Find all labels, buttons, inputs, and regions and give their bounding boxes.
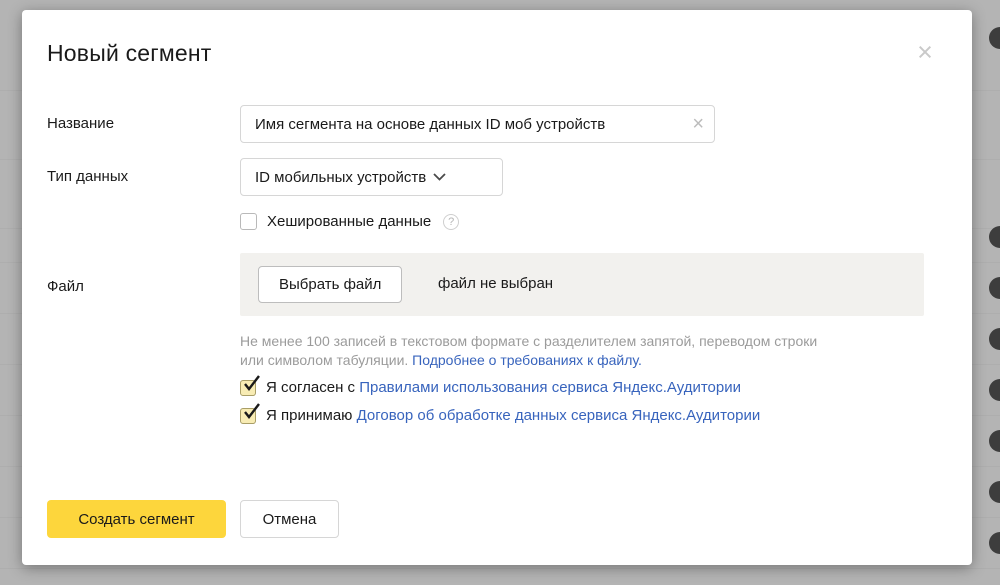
file-requirements-link[interactable]: Подробнее о требованиях к файлу. — [412, 352, 642, 368]
contract-link[interactable]: Договор об обработке данных сервиса Янде… — [357, 407, 761, 424]
screen: Новый сегмент × Название Имя сегмента на… — [0, 0, 1000, 585]
background-count-badge — [989, 328, 1000, 350]
terms-text: Я согласен с Правилами использования сер… — [266, 378, 741, 398]
terms-link[interactable]: Правилами использования сервиса Яндекс.А… — [359, 379, 741, 396]
close-icon[interactable]: × — [912, 40, 938, 66]
background-count-badge — [989, 226, 1000, 248]
file-field-label: Файл — [47, 278, 84, 295]
name-field-label: Название — [47, 115, 114, 132]
file-status-text: файл не выбран — [438, 275, 553, 292]
background-count-badge — [989, 379, 1000, 401]
check-icon — [242, 403, 262, 423]
background-count-badge — [989, 532, 1000, 554]
contract-text: Я принимаю Договор об обработке данных с… — [266, 406, 760, 426]
hashed-data-checkbox[interactable] — [240, 213, 257, 230]
background-row-divider — [0, 568, 1000, 569]
terms-agreement-row: Я согласен с Правилами использования сер… — [240, 378, 741, 398]
help-icon[interactable]: ? — [443, 214, 459, 230]
terms-checkbox[interactable] — [240, 380, 256, 396]
data-type-select[interactable]: ID мобильных устройств — [240, 158, 503, 196]
file-requirements-note: Не менее 100 записей в текстовом формате… — [240, 332, 825, 370]
file-upload-area: Выбрать файл файл не выбран — [240, 253, 924, 316]
create-segment-button[interactable]: Создать сегмент — [47, 500, 226, 538]
data-type-value: ID мобильных устройств — [255, 169, 426, 186]
background-count-badge — [989, 27, 1000, 49]
hashed-data-label: Хешированные данные — [267, 213, 431, 230]
chevron-down-icon — [433, 168, 446, 186]
clear-input-icon[interactable]: × — [692, 114, 704, 134]
cancel-button[interactable]: Отмена — [240, 500, 339, 538]
background-count-badge — [989, 430, 1000, 452]
check-icon — [242, 375, 262, 395]
new-segment-modal: Новый сегмент × Название Имя сегмента на… — [22, 10, 972, 565]
segment-name-value: Имя сегмента на основе данных ID моб уст… — [255, 116, 605, 133]
contract-agreement-row: Я принимаю Договор об обработке данных с… — [240, 406, 760, 426]
segment-name-input[interactable]: Имя сегмента на основе данных ID моб уст… — [240, 105, 715, 143]
hashed-data-row: Хешированные данные ? — [240, 213, 459, 230]
choose-file-button[interactable]: Выбрать файл — [258, 266, 402, 303]
modal-title: Новый сегмент — [47, 40, 212, 67]
type-field-label: Тип данных — [47, 168, 128, 185]
background-count-badge — [989, 277, 1000, 299]
contract-checkbox[interactable] — [240, 408, 256, 424]
background-count-badge — [989, 481, 1000, 503]
